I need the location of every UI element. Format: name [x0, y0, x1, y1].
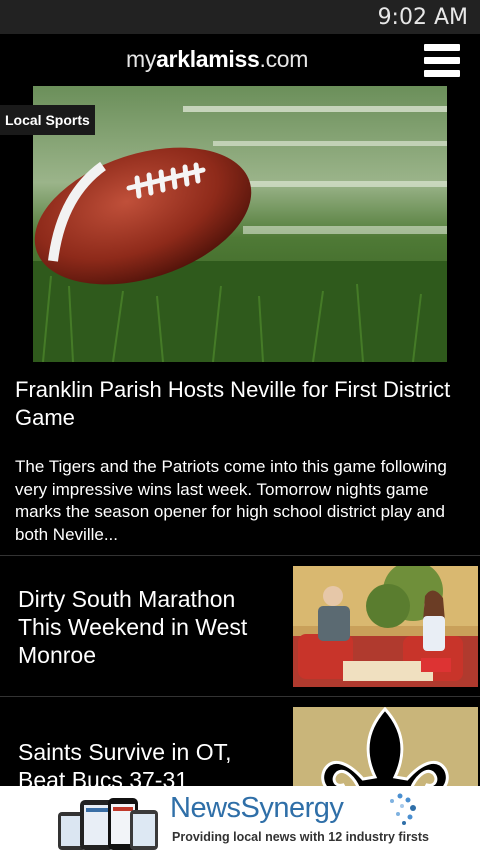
ad-banner[interactable]: NewsSynergy Providing local news with 12…: [0, 786, 480, 854]
story-item[interactable]: Dirty South Marathon This Weekend in Wes…: [0, 557, 480, 697]
ad-tagline: Providing local news with 12 industry fi…: [172, 830, 430, 844]
story-title[interactable]: Dirty South Marathon This Weekend in Wes…: [18, 585, 283, 669]
featured-title[interactable]: Franklin Parish Hosts Neville for First …: [15, 376, 460, 432]
football-photo: [33, 86, 447, 362]
status-time: 9:02 AM: [377, 5, 468, 30]
logo-prefix: my: [126, 46, 157, 72]
featured-summary: The Tigers and the Patriots come into th…: [15, 457, 447, 544]
phones-icon: [56, 796, 160, 850]
app-header: myarklamiss.com: [0, 34, 480, 86]
tv-interview-photo: [293, 566, 478, 687]
section-tag[interactable]: Local Sports: [0, 105, 95, 135]
hamburger-menu-icon[interactable]: [424, 42, 460, 78]
logo-suffix: .com: [259, 46, 309, 72]
status-bar: 9:02 AM: [0, 0, 480, 34]
featured-story[interactable]: Local Sports Franklin Parish Hosts Nevil…: [0, 86, 480, 556]
logo-bold: arklamiss: [156, 46, 260, 72]
site-logo[interactable]: myarklamiss.com: [126, 46, 308, 73]
dots-icon: [380, 792, 420, 828]
ad-brand: NewsSynergy: [170, 792, 344, 824]
